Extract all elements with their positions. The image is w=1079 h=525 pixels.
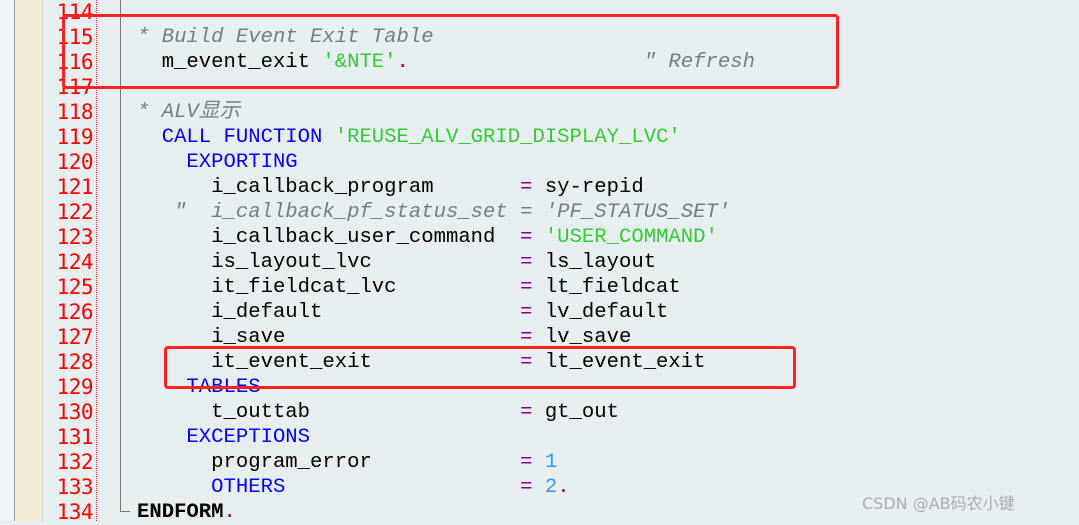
code-text: program_error = 1 bbox=[137, 450, 557, 475]
code-token-kw: EXPORTING bbox=[137, 151, 298, 174]
code-token: i_default bbox=[137, 301, 521, 324]
line-number: 124 bbox=[56, 250, 94, 274]
line-number: 123 bbox=[56, 225, 94, 249]
code-token-op: = bbox=[520, 226, 533, 249]
code-token: gt_out bbox=[532, 401, 619, 424]
line-number: 121 bbox=[56, 175, 94, 199]
line-number: 129 bbox=[56, 375, 94, 399]
code-text: it_fieldcat_lvc = lt_fieldcat bbox=[137, 275, 681, 300]
code-token-str: 'REUSE_ALV_GRID_DISPLAY_LVC' bbox=[334, 126, 681, 149]
code-text: t_outtab = gt_out bbox=[137, 400, 619, 425]
code-text: " i_callback_pf_status_set = 'PF_STATUS_… bbox=[137, 200, 730, 225]
code-line[interactable]: 126 i_default = lv_default bbox=[0, 300, 1079, 325]
code-text: i_callback_user_command = 'USER_COMMAND' bbox=[137, 225, 718, 250]
code-token-op: . bbox=[557, 476, 570, 499]
code-token-str: 'USER_COMMAND' bbox=[532, 226, 718, 249]
code-text: i_default = lv_default bbox=[137, 300, 668, 325]
code-token-num: 2 bbox=[532, 476, 558, 499]
code-token-op: = bbox=[520, 451, 533, 474]
code-line[interactable]: 121 i_callback_program = sy-repid bbox=[0, 175, 1079, 200]
code-token-kw: EXCEPTIONS bbox=[137, 426, 311, 449]
code-token: lt_fieldcat bbox=[532, 276, 681, 299]
code-token: sy-repid bbox=[532, 176, 644, 199]
line-number: 119 bbox=[56, 125, 94, 149]
line-number: 134 bbox=[56, 500, 94, 524]
line-number: 132 bbox=[56, 450, 94, 474]
highlight-box-event-exit-table bbox=[62, 14, 839, 89]
code-text: ENDFORM. bbox=[137, 500, 236, 525]
code-token-op: = bbox=[520, 476, 533, 499]
code-line[interactable]: 123 i_callback_user_command = 'USER_COMM… bbox=[0, 225, 1079, 250]
code-line[interactable]: 125 it_fieldcat_lvc = lt_fieldcat bbox=[0, 275, 1079, 300]
code-line[interactable]: 130 t_outtab = gt_out bbox=[0, 400, 1079, 425]
code-token: program_error bbox=[137, 451, 521, 474]
line-number: 133 bbox=[56, 475, 94, 499]
code-text: EXCEPTIONS bbox=[137, 425, 310, 450]
line-number: 120 bbox=[56, 150, 94, 174]
line-number: 118 bbox=[56, 100, 94, 124]
code-token-op: = bbox=[520, 301, 533, 324]
code-token-op: = bbox=[520, 401, 533, 424]
code-token: ls_layout bbox=[532, 251, 657, 274]
code-line[interactable]: 122 " i_callback_pf_status_set = 'PF_STA… bbox=[0, 200, 1079, 225]
code-token-op: = bbox=[520, 251, 533, 274]
code-token: t_outtab bbox=[137, 401, 521, 424]
code-text: CALL FUNCTION 'REUSE_ALV_GRID_DISPLAY_LV… bbox=[137, 125, 681, 150]
code-text: EXPORTING bbox=[137, 150, 298, 175]
code-token-kw: OTHERS bbox=[137, 476, 286, 499]
highlight-box-it-event-exit bbox=[164, 346, 796, 389]
code-text: OTHERS = 2. bbox=[137, 475, 570, 500]
code-token-kw: CALL FUNCTION bbox=[137, 126, 335, 149]
watermark: CSDN @AB码农小键 bbox=[862, 494, 1015, 513]
code-token: it_fieldcat_lvc bbox=[137, 276, 521, 299]
code-token-op: = bbox=[520, 276, 533, 299]
code-line[interactable]: 120 EXPORTING bbox=[0, 150, 1079, 175]
line-number: 127 bbox=[56, 325, 94, 349]
code-line[interactable]: 132 program_error = 1 bbox=[0, 450, 1079, 475]
code-token-cmt: " i_callback_pf_status_set = 'PF_STATUS_… bbox=[137, 201, 731, 224]
code-token: i_callback_program bbox=[137, 176, 521, 199]
code-token: i_callback_user_command bbox=[137, 226, 521, 249]
line-number: 130 bbox=[56, 400, 94, 424]
line-number: 131 bbox=[56, 425, 94, 449]
code-text: is_layout_lvc = ls_layout bbox=[137, 250, 656, 275]
code-text: i_callback_program = sy-repid bbox=[137, 175, 644, 200]
code-token-cmt: * ALV显示 bbox=[137, 101, 240, 124]
code-line[interactable]: 118 * ALV显示 bbox=[0, 100, 1079, 125]
code-token: is_layout_lvc bbox=[137, 251, 521, 274]
code-token-op: = bbox=[520, 176, 533, 199]
line-number: 125 bbox=[56, 275, 94, 299]
line-number: 126 bbox=[56, 300, 94, 324]
code-text: * ALV显示 bbox=[137, 100, 240, 125]
code-line[interactable]: 124 is_layout_lvc = ls_layout bbox=[0, 250, 1079, 275]
line-number: 122 bbox=[56, 200, 94, 224]
code-token: lv_default bbox=[532, 301, 669, 324]
code-line[interactable]: 131 EXCEPTIONS bbox=[0, 425, 1079, 450]
code-token-num: 1 bbox=[532, 451, 558, 474]
line-number: 128 bbox=[56, 350, 94, 374]
code-line[interactable]: 119 CALL FUNCTION 'REUSE_ALV_GRID_DISPLA… bbox=[0, 125, 1079, 150]
